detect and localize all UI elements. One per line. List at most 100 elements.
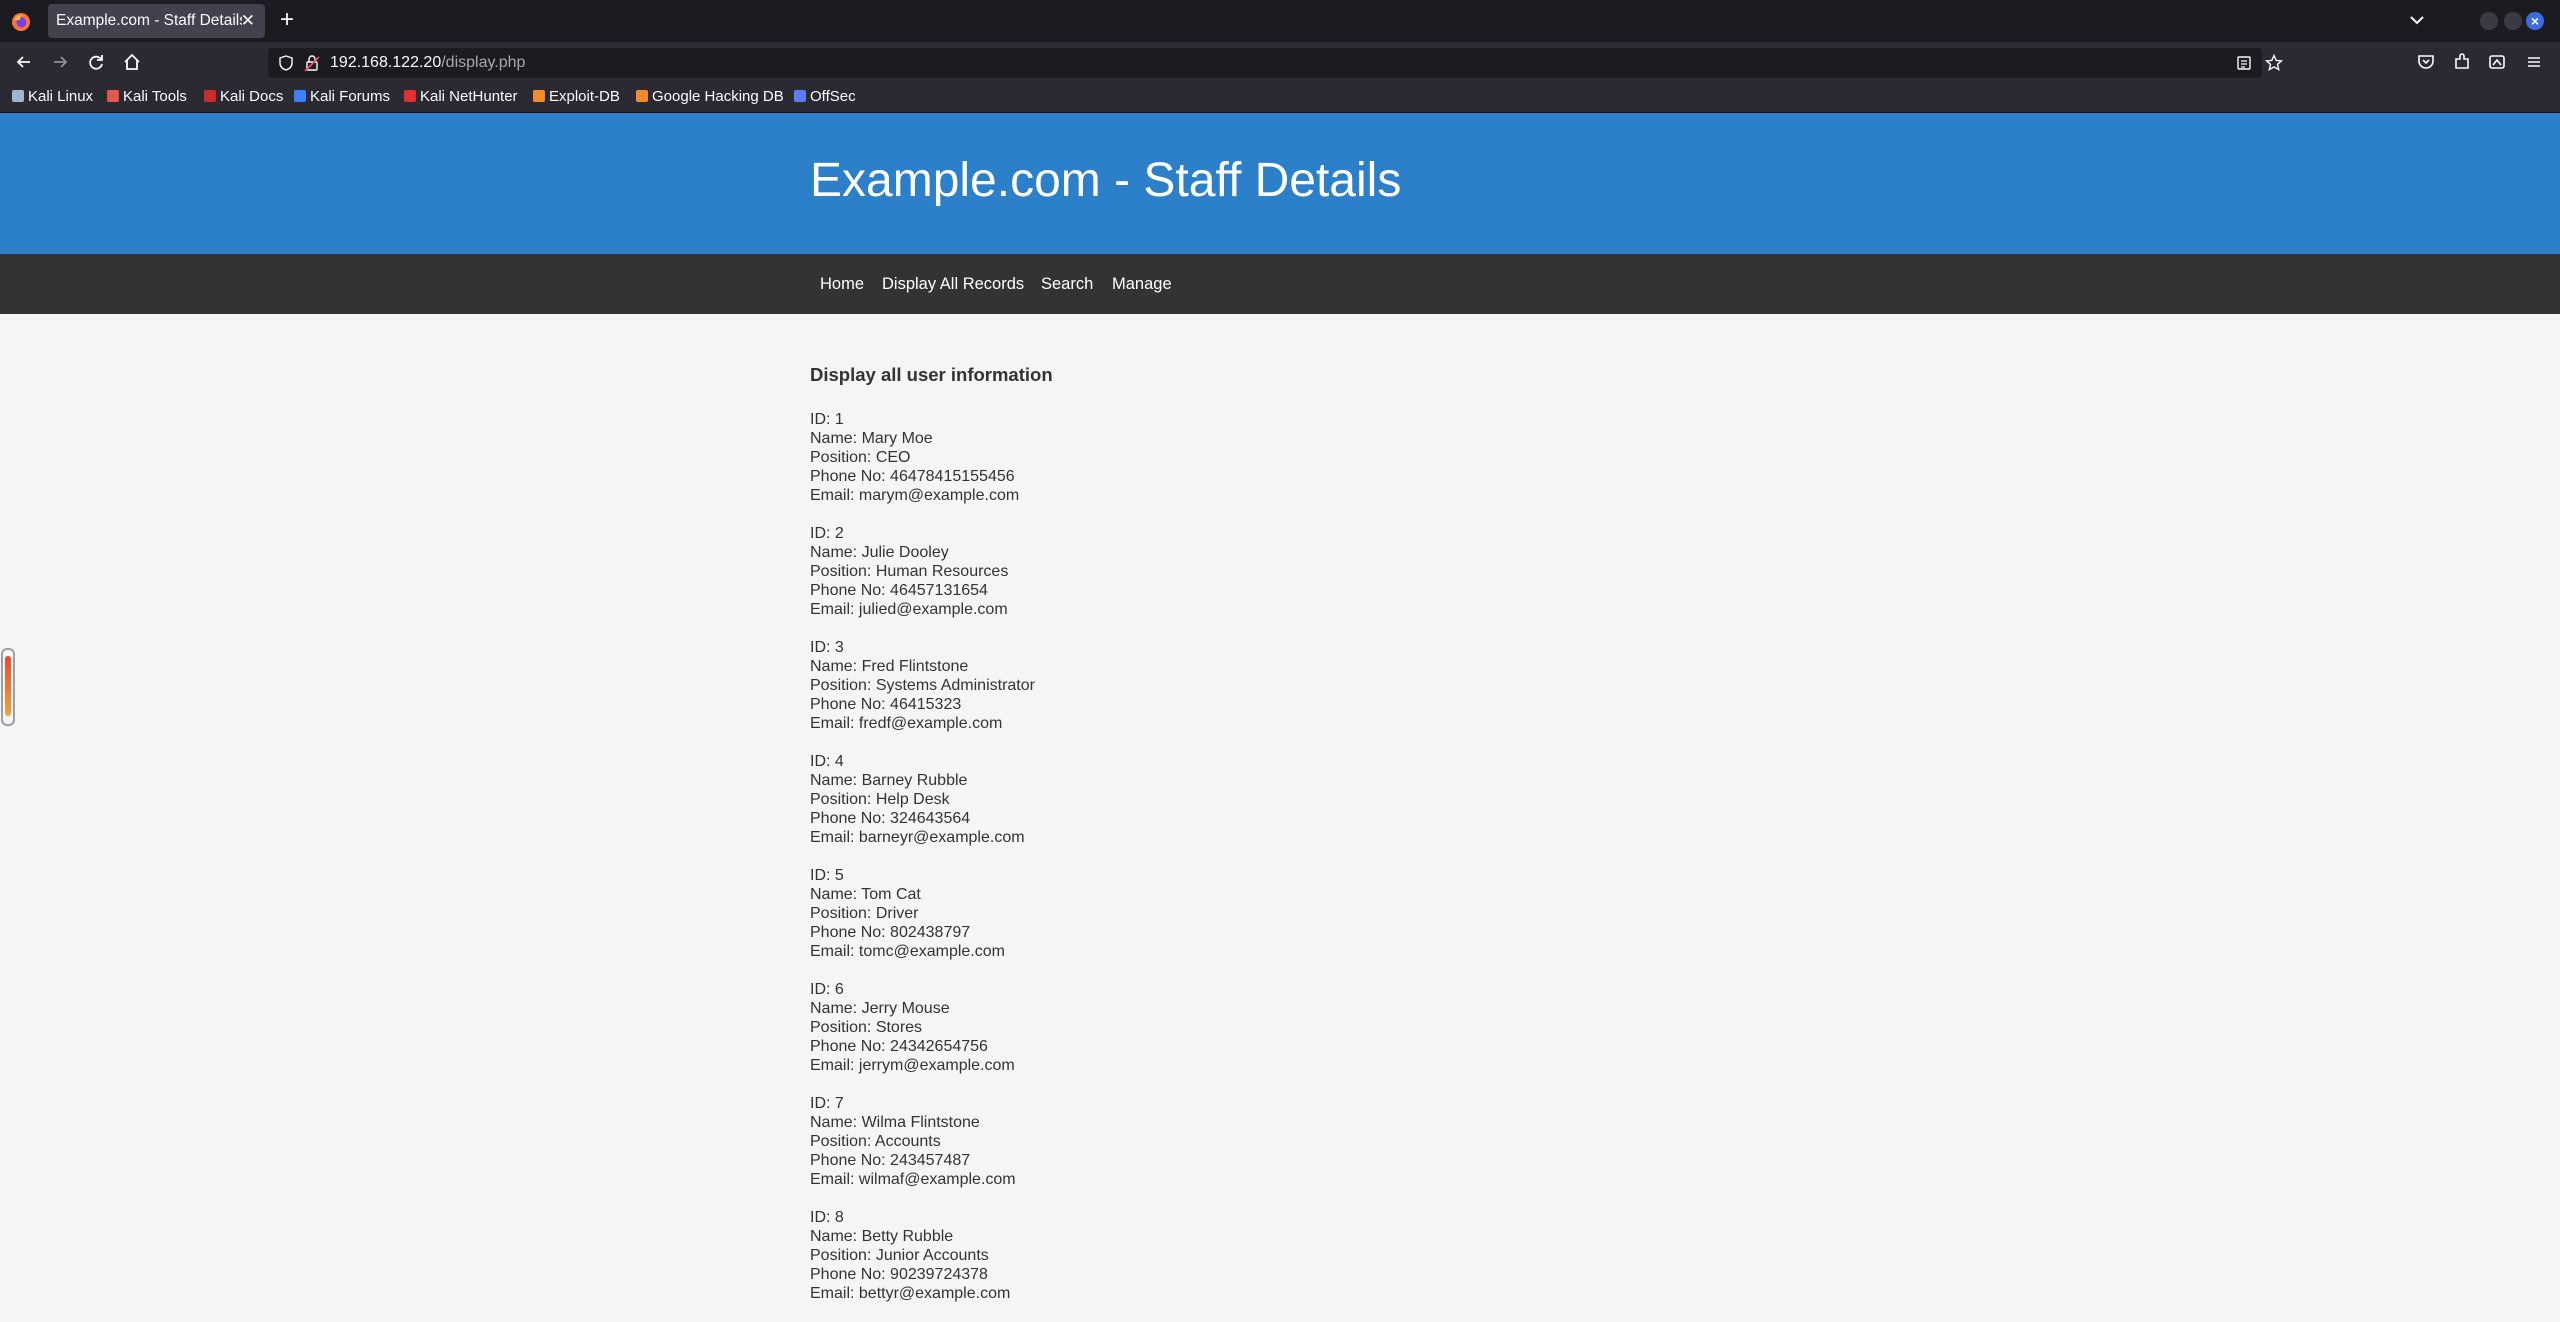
record-phone: Phone No: 24342654756 — [810, 1038, 988, 1055]
nav-display-all-records-link[interactable]: Display All Records — [882, 254, 1024, 314]
forward-arrow-icon[interactable] — [49, 51, 71, 73]
bookmark-google-hacking-db[interactable]: Google Hacking DB — [636, 82, 784, 112]
record-email: Email: wilmaf@example.com — [810, 1171, 1016, 1188]
record-phone: Phone No: 46478415155456 — [810, 468, 1015, 485]
bookmark-label: Exploit-DB — [549, 88, 620, 105]
nav-home-link[interactable]: Home — [820, 254, 864, 314]
record-name: Name: Fred Flintstone — [810, 658, 969, 675]
bookmark-kali-linux[interactable]: Kali Linux — [12, 82, 93, 112]
bookmarks-toolbar: Kali Linux Kali Tools Kali Docs Kali For… — [0, 82, 2560, 113]
staff-record: ID: 7 Name: Wilma Flintstone Position: A… — [810, 1094, 2010, 1189]
reader-view-icon[interactable] — [2236, 55, 2252, 71]
firefox-icon[interactable] — [11, 12, 31, 32]
bookmark-offsec[interactable]: OffSec — [794, 82, 856, 112]
tab-close-icon[interactable]: ✕ — [241, 4, 255, 38]
nav-search-link[interactable]: Search — [1041, 254, 1093, 314]
kali-linux-icon — [12, 90, 24, 102]
active-tab[interactable]: Example.com - Staff Details ✕ — [48, 4, 265, 38]
record-position: Position: Driver — [810, 905, 919, 922]
main-content: Display all user information ID: 1 Name:… — [810, 360, 2010, 1322]
record-email: Email: julied@example.com — [810, 601, 1008, 618]
record-name: Name: Jerry Mouse — [810, 1000, 950, 1017]
record-position: Position: CEO — [810, 449, 911, 466]
bookmark-label: OffSec — [810, 88, 856, 105]
reload-icon[interactable] — [85, 51, 107, 73]
bookmark-kali-nethunter[interactable]: Kali NetHunter — [404, 82, 518, 112]
record-name: Name: Wilma Flintstone — [810, 1114, 980, 1131]
staff-record: ID: 3 Name: Fred Flintstone Position: Sy… — [810, 638, 2010, 733]
bookmark-label: Google Hacking DB — [652, 88, 784, 105]
shield-icon[interactable] — [278, 55, 294, 71]
account-icon[interactable] — [2486, 51, 2508, 73]
staff-record: ID: 5 Name: Tom Cat Position: Driver Pho… — [810, 866, 2010, 961]
bookmark-label: Kali NetHunter — [420, 88, 518, 105]
url-bar[interactable]: 192.168.122.20/display.php — [268, 48, 2283, 78]
record-position: Position: Stores — [810, 1019, 923, 1036]
hamburger-menu-icon[interactable] — [2523, 51, 2545, 73]
browser-tab-bar: Example.com - Staff Details ✕ + × — [0, 0, 2560, 42]
record-phone: Phone No: 46457131654 — [810, 582, 988, 599]
record-position: Position: Help Desk — [810, 791, 950, 808]
record-position: Position: Systems Administrator — [810, 677, 1035, 694]
staff-record: ID: 4 Name: Barney Rubble Position: Help… — [810, 752, 2010, 847]
record-id: ID: 6 — [810, 981, 844, 998]
back-arrow-icon[interactable] — [13, 51, 35, 73]
record-id: ID: 2 — [810, 525, 844, 542]
staff-record: ID: 8 Name: Betty Rubble Position: Junio… — [810, 1208, 2010, 1303]
record-position: Position: Human Resources — [810, 563, 1009, 580]
record-name: Name: Julie Dooley — [810, 544, 949, 561]
record-phone: Phone No: 324643564 — [810, 810, 971, 827]
site-title: Example.com - Staff Details — [810, 154, 1402, 207]
record-email: Email: tomc@example.com — [810, 943, 1005, 960]
new-tab-button[interactable]: + — [280, 6, 294, 34]
nav-manage-link[interactable]: Manage — [1112, 254, 1172, 314]
bookmark-star-icon[interactable] — [2265, 54, 2283, 72]
record-name: Name: Betty Rubble — [810, 1228, 954, 1245]
record-id: ID: 1 — [810, 411, 844, 428]
tab-title: Example.com - Staff Details — [56, 12, 242, 29]
bookmark-kali-tools[interactable]: Kali Tools — [107, 82, 187, 112]
record-email: Email: fredf@example.com — [810, 715, 1003, 732]
page-heading: Display all user information — [810, 364, 1053, 385]
staff-record: ID: 1 Name: Mary Moe Position: CEO Phone… — [810, 410, 2010, 505]
record-id: ID: 4 — [810, 753, 844, 770]
side-handle[interactable] — [1, 648, 15, 726]
kali-nethunter-icon — [404, 90, 416, 102]
record-name: Name: Mary Moe — [810, 430, 933, 447]
url-text: 192.168.122.20/display.php — [330, 48, 525, 78]
extensions-icon[interactable] — [2451, 51, 2473, 73]
record-phone: Phone No: 243457487 — [810, 1152, 971, 1169]
record-name: Name: Tom Cat — [810, 886, 921, 903]
window-maximize-button[interactable] — [2504, 12, 2522, 30]
exploit-db-icon — [533, 90, 545, 102]
site-navigation: Home Display All Records Search Manage — [0, 254, 2560, 314]
bookmark-exploit-db[interactable]: Exploit-DB — [533, 82, 620, 112]
window-close-button[interactable]: × — [2526, 12, 2544, 30]
bookmark-kali-forums[interactable]: Kali Forums — [294, 82, 390, 112]
record-id: ID: 3 — [810, 639, 844, 656]
staff-record: ID: 6 Name: Jerry Mouse Position: Stores… — [810, 980, 2010, 1075]
window-minimize-button[interactable] — [2480, 12, 2498, 30]
record-email: Email: marym@example.com — [810, 487, 1020, 504]
tab-list-chevron-icon[interactable] — [2406, 8, 2428, 32]
record-id: ID: 7 — [810, 1095, 844, 1112]
bookmark-kali-docs[interactable]: Kali Docs — [204, 82, 283, 112]
record-position: Position: Accounts — [810, 1133, 941, 1150]
records-list: ID: 1 Name: Mary Moe Position: CEO Phone… — [810, 410, 2010, 1303]
pocket-icon[interactable] — [2415, 51, 2437, 73]
record-email: Email: bettyr@example.com — [810, 1285, 1011, 1302]
bookmark-label: Kali Docs — [220, 88, 284, 105]
record-name: Name: Barney Rubble — [810, 772, 968, 789]
kali-docs-icon — [204, 90, 216, 102]
record-phone: Phone No: 46415323 — [810, 696, 962, 713]
kali-tools-icon — [107, 90, 119, 102]
record-phone: Phone No: 90239724378 — [810, 1266, 988, 1283]
record-position: Position: Junior Accounts — [810, 1247, 989, 1264]
staff-record: ID: 2 Name: Julie Dooley Position: Human… — [810, 524, 2010, 619]
home-icon[interactable] — [121, 51, 143, 73]
google-hacking-db-icon — [636, 90, 648, 102]
url-path: /display.php — [441, 54, 526, 71]
record-email: Email: jerrym@example.com — [810, 1057, 1015, 1074]
site-header: Example.com - Staff Details — [0, 113, 2560, 254]
insecure-lock-icon[interactable] — [304, 54, 320, 72]
